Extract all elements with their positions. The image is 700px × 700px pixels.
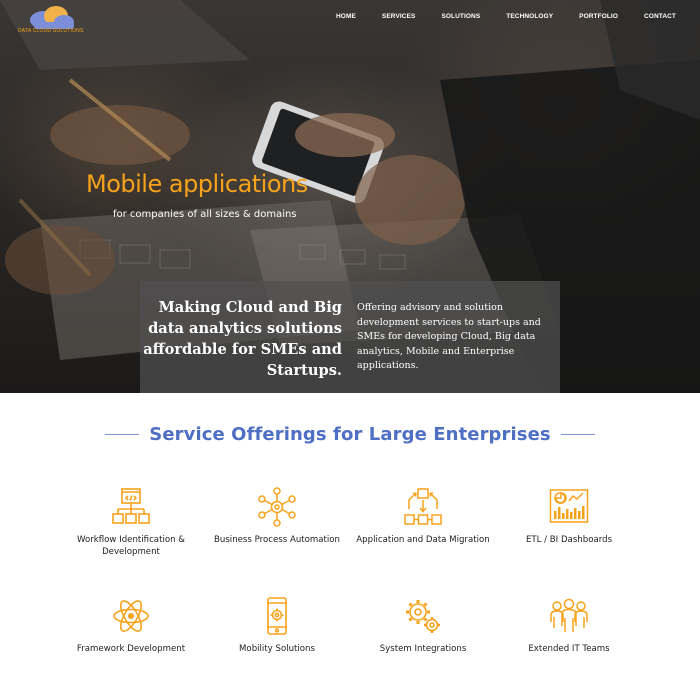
logo-text: DATA CLOUD SOLUTIONS <box>18 28 84 34</box>
process-automation-icon <box>258 487 296 527</box>
data-migration-icon <box>404 488 442 525</box>
service-framework[interactable]: Framework Development <box>56 596 206 655</box>
service-label: Workflow Identification & Development <box>77 535 185 557</box>
hero-description: Offering advisory and solution developme… <box>357 302 541 372</box>
service-label: Mobility Solutions <box>239 644 315 654</box>
hero-subtitle: for companies of all sizes & domains <box>113 209 297 220</box>
nav-home[interactable]: HOME <box>336 13 356 20</box>
mobile-gear-icon <box>267 597 287 635</box>
nav-portfolio[interactable]: PORTFOLIO <box>579 13 618 20</box>
service-label: System Integrations <box>379 644 467 654</box>
service-label: Business Process Automation <box>213 535 340 545</box>
hero-overlay-panel: Making Cloud and Big data analytics solu… <box>140 281 560 393</box>
service-system-integrations[interactable]: System Integrations <box>348 596 498 655</box>
nav-technology[interactable]: TECHNOLOGY <box>506 13 553 20</box>
service-extended-teams[interactable]: Extended IT Teams <box>494 596 644 655</box>
heading-divider-right <box>560 433 595 435</box>
gears-icon <box>406 600 440 633</box>
atom-icon <box>113 600 149 632</box>
main-nav: HOME SERVICES SOLUTIONS TECHNOLOGY PORTF… <box>310 13 676 20</box>
service-label: Application and Data Migration <box>356 535 490 545</box>
service-etl-bi[interactable]: ETL / BI Dashboards <box>494 487 644 546</box>
service-label: ETL / BI Dashboards <box>525 535 613 545</box>
hero-banner: DATA CLOUD SOLUTIONS HOME SERVICES SOLUT… <box>0 0 700 393</box>
hero-title: Mobile applications <box>86 170 308 198</box>
nav-services[interactable]: SERVICES <box>382 13 416 20</box>
dashboard-icon <box>549 489 589 523</box>
hero-tagline: Making Cloud and Big data analytics solu… <box>143 299 342 379</box>
service-label: Framework Development <box>76 644 186 654</box>
service-label: Extended IT Teams <box>528 644 610 654</box>
services-heading: Service Offerings for Large Enterprises <box>149 423 551 445</box>
heading-divider-left <box>105 433 140 435</box>
nav-contact[interactable]: CONTACT <box>644 13 676 20</box>
service-process-automation[interactable]: Business Process Automation <box>202 487 352 546</box>
service-mobility[interactable]: Mobility Solutions <box>202 596 352 655</box>
service-data-migration[interactable]: Application and Data Migration <box>348 487 498 546</box>
workflow-icon <box>112 488 150 524</box>
service-workflow[interactable]: Workflow Identification & Development <box>56 487 206 558</box>
nav-solutions[interactable]: SOLUTIONS <box>441 13 480 20</box>
team-icon <box>550 598 588 632</box>
services-heading-row: Service Offerings for Large Enterprises <box>0 422 700 446</box>
